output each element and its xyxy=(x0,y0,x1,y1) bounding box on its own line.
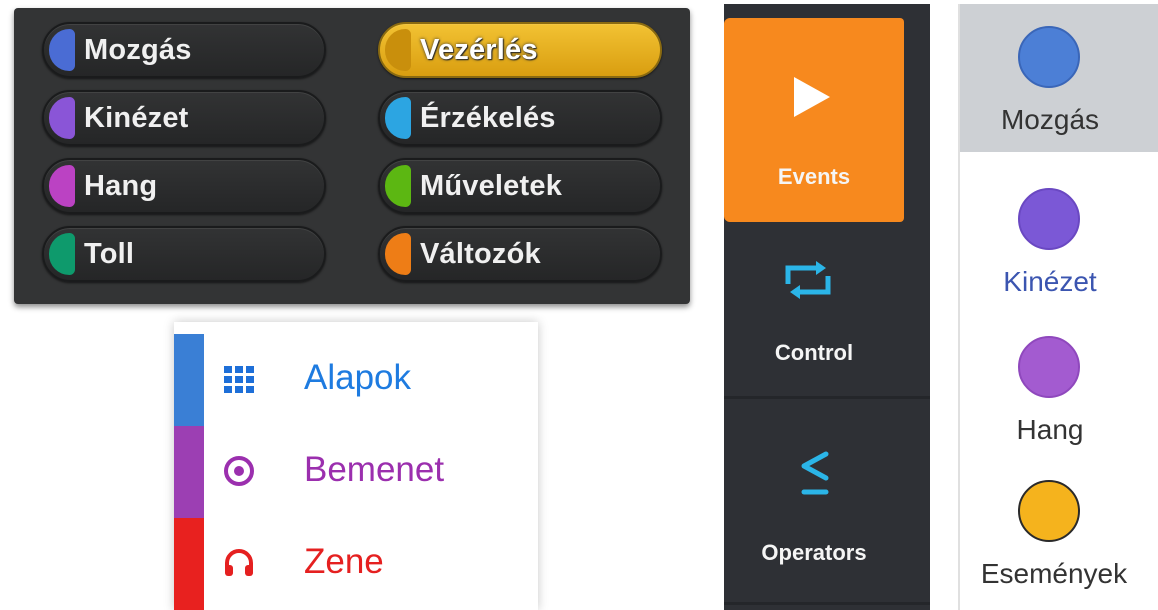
category-label: Toll xyxy=(84,238,135,270)
category-label: Alapok xyxy=(304,358,412,397)
light-category-list: Mozgás Kinézet Hang Események xyxy=(958,4,1158,610)
category-bemenet-item[interactable]: Bemenet xyxy=(174,426,538,518)
category-label: Érzékelés xyxy=(420,102,556,134)
category-label: Mozgás xyxy=(1000,104,1100,135)
grid-icon xyxy=(224,366,254,393)
category-hang-button[interactable]: Hang xyxy=(42,158,326,214)
category-color-cap xyxy=(385,233,411,275)
category-label: Változók xyxy=(420,238,541,270)
category-color-bar xyxy=(174,518,204,610)
category-label: Kinézet xyxy=(1003,266,1097,297)
category-color-cap xyxy=(49,233,75,275)
category-label: Események xyxy=(980,558,1128,589)
category-color-cap xyxy=(385,165,411,207)
scratch-category-panel: Mozgás Vezérlés Kinézet Érzékelés Hang M… xyxy=(14,8,690,304)
category-color-cap xyxy=(49,165,75,207)
category-operators-item[interactable]: Operators xyxy=(724,424,930,594)
category-color-cap xyxy=(385,29,411,71)
category-color-bar xyxy=(174,334,204,426)
category-label: Events xyxy=(777,164,851,189)
headphone-icon xyxy=(225,549,253,576)
category-label: Control xyxy=(774,340,854,365)
category-zene-item[interactable]: Zene xyxy=(174,518,538,610)
category-alapok-item[interactable]: Alapok xyxy=(174,334,538,426)
category-label: Kinézet xyxy=(84,102,189,134)
category-dot-icon xyxy=(1018,480,1080,542)
category-label: Hang xyxy=(1016,414,1084,445)
category-label: Hang xyxy=(84,170,158,202)
repeat-icon xyxy=(785,261,831,299)
category-mozgas-button[interactable]: Mozgás xyxy=(42,22,326,78)
category-hang-item[interactable]: Hang xyxy=(960,322,1158,462)
category-label: Bemenet xyxy=(304,450,445,489)
category-mozgas-item[interactable]: Mozgás xyxy=(960,4,1158,152)
play-icon xyxy=(794,77,830,117)
category-events-item[interactable]: Events xyxy=(724,18,904,222)
category-dot-icon xyxy=(1018,188,1080,250)
category-kinezet-item[interactable]: Kinézet xyxy=(960,174,1158,314)
category-control-item[interactable]: Control xyxy=(724,234,930,394)
sidebar-divider xyxy=(724,396,930,399)
category-erzekeles-button[interactable]: Érzékelés xyxy=(378,90,662,146)
category-muveletek-button[interactable]: Műveletek xyxy=(378,158,662,214)
target-icon xyxy=(224,456,254,486)
category-color-bar xyxy=(174,426,204,518)
category-vezerles-button[interactable]: Vezérlés xyxy=(378,22,662,78)
category-color-cap xyxy=(385,97,411,139)
category-label: Mozgás xyxy=(84,34,192,66)
less-equal-icon xyxy=(801,451,829,495)
category-color-cap xyxy=(49,97,75,139)
category-toll-button[interactable]: Toll xyxy=(42,226,326,282)
category-label: Zene xyxy=(304,542,384,581)
sidebar-divider xyxy=(724,602,930,605)
category-label: Vezérlés xyxy=(420,34,538,66)
category-esemenyek-item[interactable]: Események xyxy=(960,466,1158,606)
category-dot-icon xyxy=(1018,336,1080,398)
category-label: Operators xyxy=(761,540,867,565)
category-valtozok-button[interactable]: Változók xyxy=(378,226,662,282)
category-label: Műveletek xyxy=(420,170,563,202)
category-color-cap xyxy=(49,29,75,71)
category-dot-icon xyxy=(1018,26,1080,88)
category-kinezet-button[interactable]: Kinézet xyxy=(42,90,326,146)
dark-category-sidebar: Events Control Operators xyxy=(724,4,930,610)
makecode-category-list: Alapok Bemenet Zene xyxy=(174,322,538,610)
